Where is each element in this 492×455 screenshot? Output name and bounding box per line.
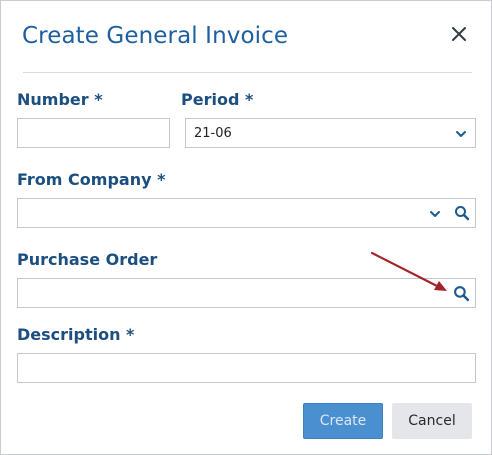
description-label: Description * [17, 325, 135, 344]
chevron-down-icon[interactable] [429, 208, 441, 220]
cancel-button[interactable]: Cancel [392, 403, 472, 439]
purchase-order-field[interactable] [17, 278, 476, 308]
create-button[interactable]: Create [303, 403, 383, 439]
from-company-label: From Company * [17, 170, 166, 189]
header-divider [23, 72, 472, 73]
description-field[interactable] [17, 353, 476, 383]
number-field[interactable] [17, 118, 170, 148]
search-icon[interactable] [454, 205, 470, 221]
dialog-title: Create General Invoice [22, 23, 289, 49]
create-invoice-dialog: Create General Invoice Number * Period *… [0, 0, 492, 455]
search-icon[interactable] [453, 285, 470, 302]
purchase-order-label: Purchase Order [17, 250, 158, 269]
number-label: Number * [17, 90, 103, 109]
period-value: 21-06 [194, 126, 232, 141]
from-company-field[interactable] [17, 198, 476, 228]
chevron-down-icon[interactable] [455, 128, 467, 140]
period-select[interactable]: 21-06 [185, 118, 476, 148]
period-label: Period * [181, 90, 254, 109]
close-button[interactable] [448, 23, 470, 45]
close-icon [452, 27, 466, 41]
